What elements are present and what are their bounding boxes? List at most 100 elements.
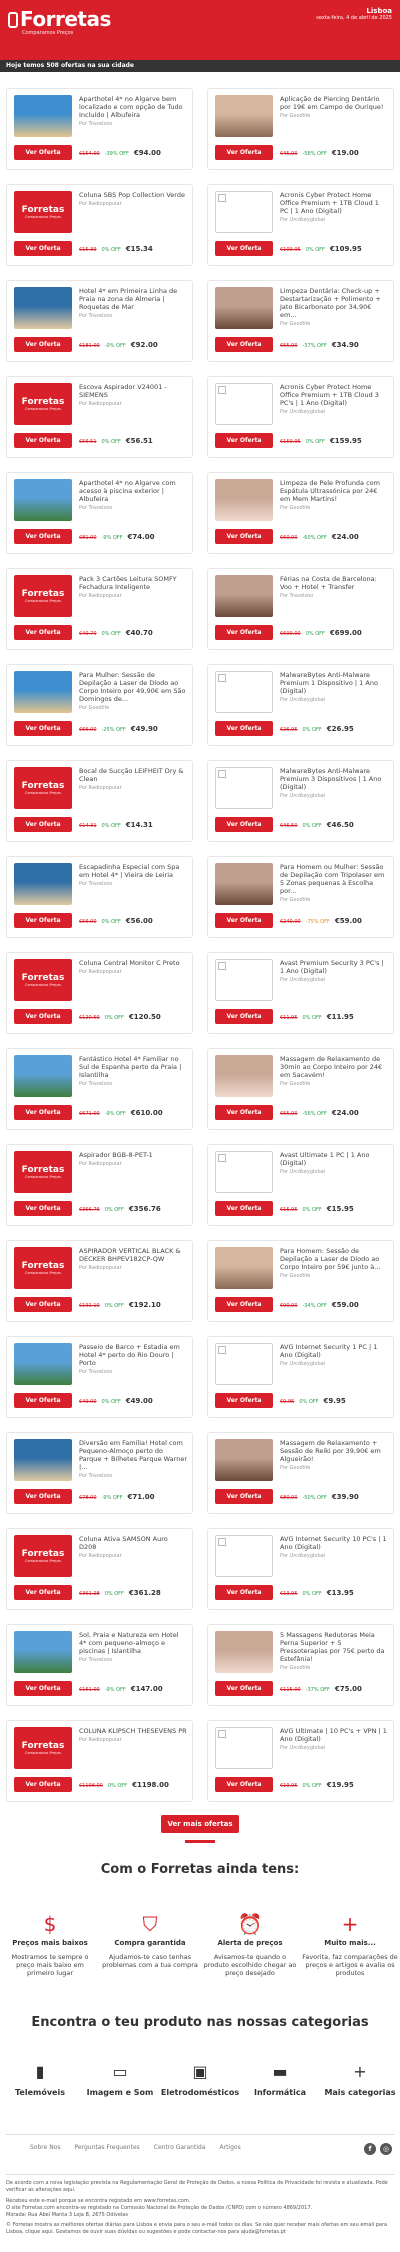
offer-card[interactable]: Acronis Cyber Protect Home Office Premiu… — [207, 376, 394, 458]
view-offer-button[interactable]: Ver Oferta — [215, 1681, 273, 1696]
offer-card[interactable]: Hotel 4* em Primeira Linha de Praia na z… — [6, 280, 193, 362]
view-offer-button[interactable]: Ver Oferta — [14, 241, 72, 256]
offer-title-text[interactable]: Escapadinha Especial com Spa em Hotel 4*… — [79, 863, 179, 879]
view-offer-button[interactable]: Ver Oferta — [14, 433, 72, 448]
offer-card[interactable]: Para Mulher: Sessão de Depilação a Laser… — [6, 664, 193, 746]
view-offer-button[interactable]: Ver Oferta — [14, 1297, 72, 1312]
offer-title-text[interactable]: Passeio de Barco + Estadia em Hotel 4* p… — [79, 1343, 180, 1367]
offer-title[interactable]: Coluna Ativa SAMSON Auro D208 Por Radiopo… — [79, 1535, 187, 1560]
category-item[interactable]: ▭ Imagem e Som — [80, 2062, 160, 2097]
offer-card[interactable]: Forretas Comparamos Preços Coluna SBS Pop … — [6, 184, 193, 266]
view-offer-button[interactable]: Ver Oferta — [14, 1201, 72, 1216]
offer-title-text[interactable]: Para Mulher: Sessão de Depilação a Laser… — [79, 671, 185, 703]
offer-title[interactable]: Coluna Central Monitor C Preto Por Radiop… — [79, 959, 187, 976]
view-offer-button[interactable]: Ver Oferta — [14, 817, 72, 832]
offer-title-text[interactable]: MalwareBytes Anti-Malware Premium 3 Disp… — [280, 767, 381, 791]
offer-image[interactable]: Forretas Comparamos Preços — [14, 959, 72, 1001]
offer-card[interactable]: Massagem de Relaxamento de 30min ao Corp… — [207, 1048, 394, 1130]
offer-title[interactable]: COLUNA KLIPSCH THESEVENS PR Por Radiopopu… — [79, 1727, 187, 1744]
offer-image[interactable] — [215, 1055, 273, 1097]
offer-card[interactable]: MalwareBytes Anti-Malware Premium 1 Disp… — [207, 664, 394, 746]
offer-card[interactable]: Forretas Comparamos Preços COLUNA KLIPSCH … — [6, 1720, 193, 1802]
more-offers-button[interactable]: Ver mais ofertas — [161, 1815, 239, 1833]
offer-title-text[interactable]: Avast Premium Security 3 PC's | 1 Ano (D… — [280, 959, 384, 975]
offer-title[interactable]: Fantástico Hotel 4* Familiar no Sul de E… — [79, 1055, 187, 1088]
view-offer-button[interactable]: Ver Oferta — [215, 1201, 273, 1216]
view-offer-button[interactable]: Ver Oferta — [215, 433, 273, 448]
offer-title-text[interactable]: AVG Internet Security 10 PC's | 1 Ano (D… — [280, 1535, 387, 1551]
view-offer-button[interactable]: Ver Oferta — [215, 241, 273, 256]
footer-link[interactable]: Artigos — [220, 2144, 241, 2151]
offer-title[interactable]: Limpeza de Pele Profunda com Espátula Ul… — [280, 479, 388, 512]
offer-image[interactable] — [215, 959, 273, 1001]
view-offer-button[interactable]: Ver Oferta — [215, 337, 273, 352]
offer-card[interactable]: Passeio de Barco + Estadia em Hotel 4* p… — [6, 1336, 193, 1418]
view-offer-button[interactable]: Ver Oferta — [215, 145, 273, 160]
view-offer-button[interactable]: Ver Oferta — [215, 1105, 273, 1120]
view-offer-button[interactable]: Ver Oferta — [14, 145, 72, 160]
offer-title-text[interactable]: Férias na Costa de Barcelona: Voo + Hote… — [280, 575, 377, 591]
offer-card[interactable]: Massagem de Relaxamento + Sessão de Reik… — [207, 1432, 394, 1514]
offer-title-text[interactable]: Para Homem ou Mulher: Sessão de Depilaçã… — [280, 863, 384, 895]
offer-card[interactable]: Sol, Praia e Natureza em Hotel 4* com pe… — [6, 1624, 193, 1706]
offer-image[interactable] — [215, 767, 273, 809]
offer-image[interactable]: Forretas Comparamos Preços — [14, 767, 72, 809]
view-offer-button[interactable]: Ver Oferta — [14, 1393, 72, 1408]
view-offer-button[interactable]: Ver Oferta — [215, 1489, 273, 1504]
offer-title-text[interactable]: Massagem de Relaxamento + Sessão de Reik… — [280, 1439, 381, 1463]
offer-title[interactable]: Escova Aspirador V24001 - SIEMENS Por Rad… — [79, 383, 187, 408]
offer-card[interactable]: AVG Internet Security 10 PC's | 1 Ano (D… — [207, 1528, 394, 1610]
offer-card[interactable]: MalwareBytes Anti-Malware Premium 3 Disp… — [207, 760, 394, 842]
offer-image[interactable] — [215, 287, 273, 329]
view-offer-button[interactable]: Ver Oferta — [14, 625, 72, 640]
offer-image[interactable] — [215, 671, 273, 713]
offer-card[interactable]: Forretas Comparamos Preços Pack 3 Cartões … — [6, 568, 193, 650]
offer-image[interactable]: Forretas Comparamos Preços — [14, 1151, 72, 1193]
offer-title-text[interactable]: MalwareBytes Anti-Malware Premium 1 Disp… — [280, 671, 378, 695]
offer-card[interactable]: Limpeza de Pele Profunda com Espátula Ul… — [207, 472, 394, 554]
offer-card[interactable]: Diversão em Família! Hotel com Pequeno-A… — [6, 1432, 193, 1514]
offer-title-text[interactable]: Limpeza Dentária: Check-up + Destartariz… — [280, 287, 381, 319]
view-offer-button[interactable]: Ver Oferta — [14, 913, 72, 928]
offer-image[interactable] — [215, 863, 273, 905]
offer-image[interactable] — [14, 1631, 72, 1673]
offer-card[interactable]: Aplicação de Piercing Dentário por 19€ e… — [207, 88, 394, 170]
offer-card[interactable]: Forretas Comparamos Preços Escova Aspirado… — [6, 376, 193, 458]
footer-link[interactable]: Centro Garantida — [154, 2144, 206, 2151]
offer-title[interactable]: Acronis Cyber Protect Home Office Premiu… — [280, 383, 388, 416]
offer-title[interactable]: Massagem de Relaxamento + Sessão de Reik… — [280, 1439, 388, 1472]
view-offer-button[interactable]: Ver Oferta — [14, 529, 72, 544]
offer-title-text[interactable]: Limpeza de Pele Profunda com Espátula Ul… — [280, 479, 380, 503]
view-offer-button[interactable]: Ver Oferta — [215, 721, 273, 736]
offer-title[interactable]: Aspirador BGB-8-PET-1 Por Radiopopular — [79, 1151, 187, 1168]
offer-image[interactable] — [14, 287, 72, 329]
offer-image[interactable] — [215, 575, 273, 617]
offer-card[interactable]: Avast Ultimate 1 PC | 1 Ano (Digital) Por… — [207, 1144, 394, 1226]
offer-card[interactable]: Forretas Comparamos Preços Aspirador BGB-8… — [6, 1144, 193, 1226]
offer-title-text[interactable]: Avast Ultimate 1 PC | 1 Ano (Digital) — [280, 1151, 369, 1167]
offer-image[interactable] — [215, 479, 273, 521]
offer-card[interactable]: Fantástico Hotel 4* Familiar no Sul de E… — [6, 1048, 193, 1130]
offer-image[interactable] — [215, 1727, 273, 1769]
offer-title[interactable]: Coluna SBS Pop Collection Verde Por Radio… — [79, 191, 187, 208]
offer-title[interactable]: Limpeza Dentária: Check-up + Destartariz… — [280, 287, 388, 328]
offer-title-text[interactable]: Hotel 4* em Primeira Linha de Praia na z… — [79, 287, 177, 311]
offer-image[interactable] — [14, 1439, 72, 1481]
brand-logo[interactable]: Forretas Comparamos Preços — [8, 8, 111, 36]
offer-title[interactable]: Aparthotel 4* no Algarve bem localizado … — [79, 95, 187, 128]
view-offer-button[interactable]: Ver Oferta — [14, 1105, 72, 1120]
category-item[interactable]: ▣ Eletrodomésticos — [160, 2062, 240, 2097]
offer-title[interactable]: AVG Internet Security 1 PC | 1 Ano (Digi… — [280, 1343, 388, 1368]
offer-title-text[interactable]: Acronis Cyber Protect Home Office Premiu… — [280, 383, 379, 407]
offer-image[interactable] — [215, 383, 273, 425]
offer-title-text[interactable]: Aparthotel 4* no Algarve bem localizado … — [79, 95, 183, 119]
offer-image[interactable] — [215, 1631, 273, 1673]
offer-title-text[interactable]: Para Homem: Sessão de Depilação a Laser … — [280, 1247, 380, 1271]
offer-title[interactable]: Para Homem: Sessão de Depilação a Laser … — [280, 1247, 388, 1280]
category-item[interactable]: ▮ Telemóveis — [0, 2062, 80, 2097]
offer-image[interactable]: Forretas Comparamos Preços — [14, 575, 72, 617]
offer-title[interactable]: Sol, Praia e Natureza em Hotel 4* com pe… — [79, 1631, 187, 1664]
offer-card[interactable]: Para Homem ou Mulher: Sessão de Depilaçã… — [207, 856, 394, 938]
offer-image[interactable] — [14, 479, 72, 521]
offer-title-text[interactable]: COLUNA KLIPSCH THESEVENS PR — [79, 1727, 187, 1735]
